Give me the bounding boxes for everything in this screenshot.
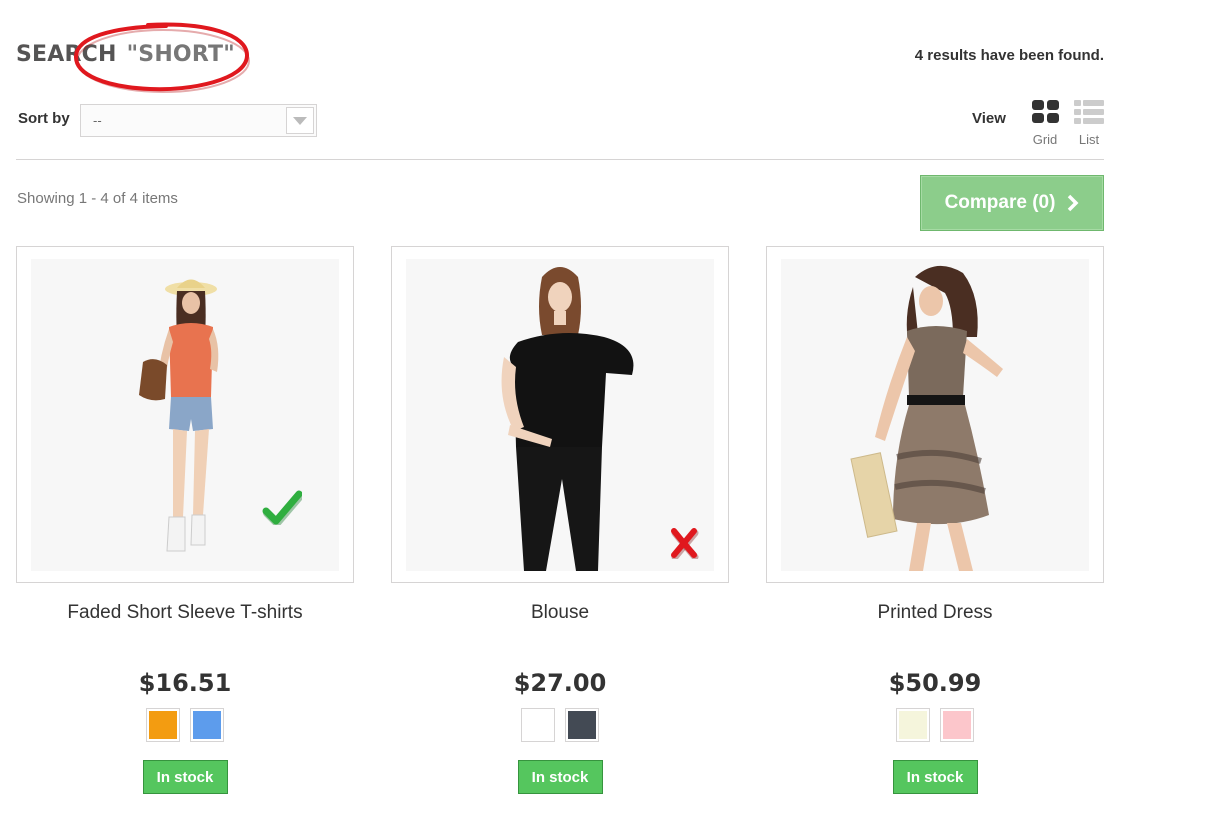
color-swatch-white[interactable]	[521, 708, 555, 742]
model-dress-illustration	[850, 265, 1003, 571]
color-swatch-orange[interactable]	[146, 708, 180, 742]
product-card[interactable]: Blouse $27.00 In stock	[391, 246, 729, 794]
list-icon	[1074, 100, 1104, 124]
product-name[interactable]: Faded Short Sleeve T-shirts	[16, 602, 354, 666]
divider	[16, 159, 1104, 160]
product-card[interactable]: Printed Dress $50.99 In stock	[766, 246, 1104, 794]
grid-icon	[1032, 100, 1059, 123]
sort-label: Sort by	[18, 110, 70, 127]
green-checkmark-icon	[262, 490, 302, 525]
results-count: 4 results have been found.	[914, 47, 1104, 64]
color-swatches	[391, 708, 729, 742]
grid-label: Grid	[1032, 132, 1058, 147]
color-swatches	[766, 708, 1104, 742]
page-title: SEARCH "SHORT"	[16, 42, 235, 67]
product-name[interactable]: Blouse	[391, 602, 729, 666]
sort-selected-value: --	[93, 113, 102, 128]
color-swatch-pink[interactable]	[940, 708, 974, 742]
product-price: $50.99	[888, 669, 982, 697]
view-label: View	[972, 110, 1006, 127]
color-swatch-beige[interactable]	[896, 708, 930, 742]
model-tshirt-illustration	[139, 279, 219, 552]
compare-label: Compare (0)	[944, 192, 1056, 213]
list-label: List	[1078, 132, 1100, 147]
product-card[interactable]: Faded Short Sleeve T-shirts $16.51 In st…	[16, 246, 354, 794]
product-image[interactable]	[766, 246, 1104, 583]
product-price: $27.00	[513, 669, 607, 697]
search-heading: SEARCH	[16, 42, 117, 67]
stock-badge: In stock	[142, 760, 228, 794]
chevron-right-icon	[1068, 194, 1079, 212]
product-name[interactable]: Printed Dress	[766, 602, 1104, 666]
view-grid-button[interactable]: Grid	[1028, 99, 1062, 147]
compare-button[interactable]: Compare (0)	[920, 175, 1104, 231]
red-cross-icon	[671, 528, 699, 559]
stock-badge: In stock	[892, 760, 978, 794]
color-swatches	[16, 708, 354, 742]
search-query: "SHORT"	[126, 42, 235, 67]
view-list-button[interactable]: List	[1072, 99, 1106, 147]
showing-items-text: Showing 1 - 4 of 4 items	[17, 190, 178, 207]
stock-badge: In stock	[517, 760, 603, 794]
color-swatch-dark-gray[interactable]	[565, 708, 599, 742]
product-price: $16.51	[138, 669, 232, 697]
sort-select[interactable]: --	[80, 104, 317, 137]
color-swatch-blue[interactable]	[190, 708, 224, 742]
product-image[interactable]	[16, 246, 354, 583]
dropdown-arrow-icon[interactable]	[286, 107, 314, 134]
